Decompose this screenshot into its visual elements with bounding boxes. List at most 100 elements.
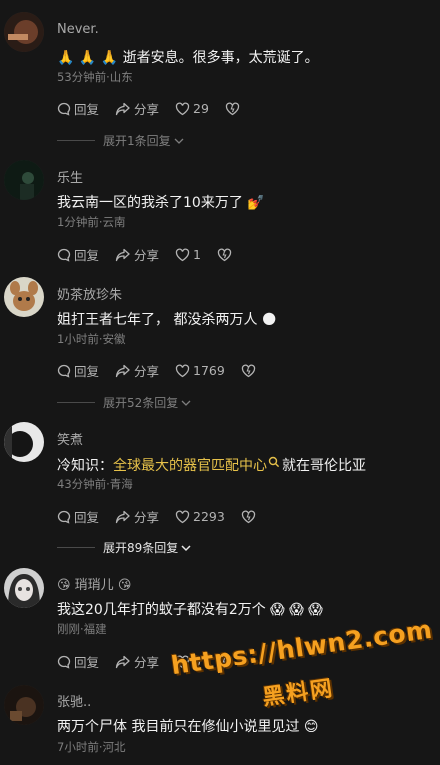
share-icon	[115, 248, 130, 261]
comment-text-prefix: 冷知识：	[57, 458, 113, 474]
comment-meta: 1小时前·安徽	[57, 332, 126, 346]
comment-actions: 回复 分享 2293	[57, 507, 259, 526]
comment-actions: 回复 分享 1769	[57, 361, 259, 380]
heart-icon	[175, 248, 190, 261]
reply-icon	[57, 364, 71, 378]
comment-text: 冷知识：全球最大的器官匹配中心 就在哥伦比亚	[57, 455, 366, 475]
broken-heart-icon	[241, 510, 255, 523]
watermark-brand: 黑料网	[260, 676, 336, 711]
divider-line	[57, 140, 95, 141]
like-button[interactable]: 1	[175, 247, 201, 262]
share-button[interactable]: 分享	[115, 652, 159, 671]
comment-meta: 刚刚·福建	[57, 622, 107, 636]
heart-icon	[175, 364, 190, 377]
comment-actions: 回复 分享 29	[57, 99, 243, 118]
comment-actions: 回复 分享 1	[57, 245, 235, 264]
reply-icon	[57, 102, 71, 116]
comment-text: 🙏 🙏 🙏 逝者安息。很多事，太荒诞了。	[57, 50, 319, 66]
expand-replies-label: 展开1条回复	[103, 134, 171, 148]
share-icon	[115, 655, 130, 668]
avatar[interactable]	[4, 277, 44, 317]
comment-username[interactable]: 乐生	[57, 167, 83, 186]
avatar[interactable]	[4, 12, 44, 52]
like-count: 29	[193, 101, 209, 116]
like-count: 1	[193, 247, 201, 262]
comment-username[interactable]: Never.	[57, 22, 99, 37]
comment-username[interactable]: 😘 琑琑儿 😘	[57, 574, 131, 593]
broken-heart-icon	[217, 248, 232, 261]
avatar[interactable]	[4, 422, 44, 462]
like-count: 2293	[193, 509, 225, 524]
comment-text-suffix: 就在哥伦比亚	[282, 458, 366, 474]
dislike-button[interactable]	[217, 248, 235, 262]
chevron-down-icon	[174, 138, 184, 144]
like-button[interactable]: 1769	[175, 363, 225, 378]
watermark-url: https://hlwn2.com	[169, 614, 435, 681]
like-button[interactable]: 29	[175, 101, 209, 116]
search-icon[interactable]	[268, 456, 280, 468]
reply-button[interactable]: 回复	[57, 245, 99, 264]
broken-heart-icon	[241, 364, 255, 377]
share-button[interactable]: 分享	[115, 245, 159, 264]
comment-text: 我这20几年打的蚊子都没有2万个 😱 😱 😱	[57, 602, 323, 618]
avatar[interactable]	[4, 685, 44, 725]
reply-button[interactable]: 回复	[57, 99, 99, 118]
reply-label: 回复	[74, 102, 100, 117]
avatar[interactable]	[4, 568, 44, 608]
avatar[interactable]	[4, 160, 44, 200]
share-button[interactable]: 分享	[115, 507, 159, 526]
share-button[interactable]: 分享	[115, 99, 159, 118]
share-icon	[115, 510, 130, 523]
expand-replies-button[interactable]: 展开1条回复	[57, 132, 185, 149]
broken-heart-icon	[225, 102, 240, 115]
reply-label: 回复	[74, 364, 100, 379]
comment-meta: 7小时前·河北	[57, 740, 126, 754]
comment-username[interactable]: 张驰..	[57, 691, 91, 710]
expand-replies-label: 展开89条回复	[103, 541, 179, 555]
dislike-button[interactable]	[241, 510, 259, 524]
reply-icon	[57, 248, 71, 262]
search-link[interactable]: 全球最大的器官匹配中心	[113, 458, 267, 474]
reply-label: 回复	[74, 248, 100, 263]
chevron-down-icon	[181, 400, 191, 406]
comment-text: 两万个尸体 我目前只在修仙小说里见过 😊	[57, 719, 319, 735]
expand-replies-label: 展开52条回复	[103, 396, 179, 410]
heart-icon	[175, 510, 190, 523]
like-button[interactable]: 2293	[175, 509, 225, 524]
dislike-button[interactable]	[241, 364, 259, 378]
comment-username[interactable]: 笑煮	[57, 429, 83, 448]
reply-button[interactable]: 回复	[57, 361, 99, 380]
comment-text: 我云南一区的我杀了10来万了 💅	[57, 195, 265, 211]
comment-meta: 53分钟前·山东	[57, 70, 133, 84]
reply-icon	[57, 655, 71, 669]
avatar-image	[4, 12, 44, 52]
dislike-button[interactable]	[225, 102, 243, 116]
share-label: 分享	[134, 510, 160, 525]
comment-meta: 43分钟前·青海	[57, 477, 133, 491]
share-label: 分享	[134, 364, 160, 379]
share-label: 分享	[134, 102, 160, 117]
reply-button[interactable]: 回复	[57, 507, 99, 526]
like-count: 1769	[193, 363, 225, 378]
comment-text: 姐打王者七年了， 都没杀两万人 🌑	[57, 312, 277, 328]
share-label: 分享	[134, 248, 160, 263]
avatar-image	[4, 422, 44, 462]
reply-icon	[57, 510, 71, 524]
expand-replies-button[interactable]: 展开89条回复	[57, 539, 192, 556]
comment-meta: 1分钟前·云南	[57, 215, 126, 229]
avatar-image	[4, 160, 44, 200]
avatar-image	[4, 568, 44, 608]
chevron-down-icon	[181, 544, 191, 551]
reply-label: 回复	[74, 510, 100, 525]
reply-button[interactable]: 回复	[57, 652, 99, 671]
reply-label: 回复	[74, 655, 100, 670]
expand-replies-button[interactable]: 展开52条回复	[57, 394, 192, 411]
divider-line	[57, 402, 95, 403]
comment-username[interactable]: 奶茶放珍朱	[57, 284, 122, 303]
heart-icon	[175, 102, 190, 115]
share-label: 分享	[134, 655, 160, 670]
avatar-image	[4, 277, 44, 317]
share-button[interactable]: 分享	[115, 361, 159, 380]
share-icon	[115, 364, 130, 377]
share-icon	[115, 102, 130, 115]
